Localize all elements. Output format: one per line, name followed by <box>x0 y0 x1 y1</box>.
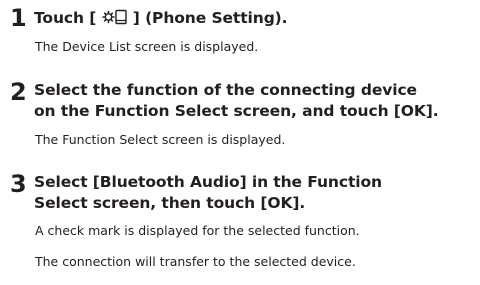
step-title-text-2: ] (Phone Setting). <box>127 9 288 27</box>
step-title-line: Select the function of the connecting de… <box>34 81 417 99</box>
step-description: A check mark is displayed for the select… <box>35 223 360 238</box>
step-title: Touch [ ] (Phone Setting). <box>34 8 474 29</box>
step-title-line: Select screen, then touch [OK]. <box>34 194 306 212</box>
step-title: Select [Bluetooth Audio] in the Function… <box>34 172 474 214</box>
step-title-text: Touch [ <box>34 9 102 27</box>
step-number: 2 <box>10 78 27 106</box>
step-description: The connection will transfer to the sele… <box>35 254 356 269</box>
step-title: Select the function of the connecting de… <box>34 80 474 122</box>
step-title-line: Select [Bluetooth Audio] in the Function <box>34 173 382 191</box>
gear-phone-icon <box>101 9 128 25</box>
step-description: The Function Select screen is displayed. <box>35 132 286 147</box>
step-title-line: on the Function Select screen, and touch… <box>34 102 439 120</box>
step-number: 1 <box>10 4 27 32</box>
step-description: The Device List screen is displayed. <box>35 39 259 54</box>
step-number: 3 <box>10 170 27 198</box>
